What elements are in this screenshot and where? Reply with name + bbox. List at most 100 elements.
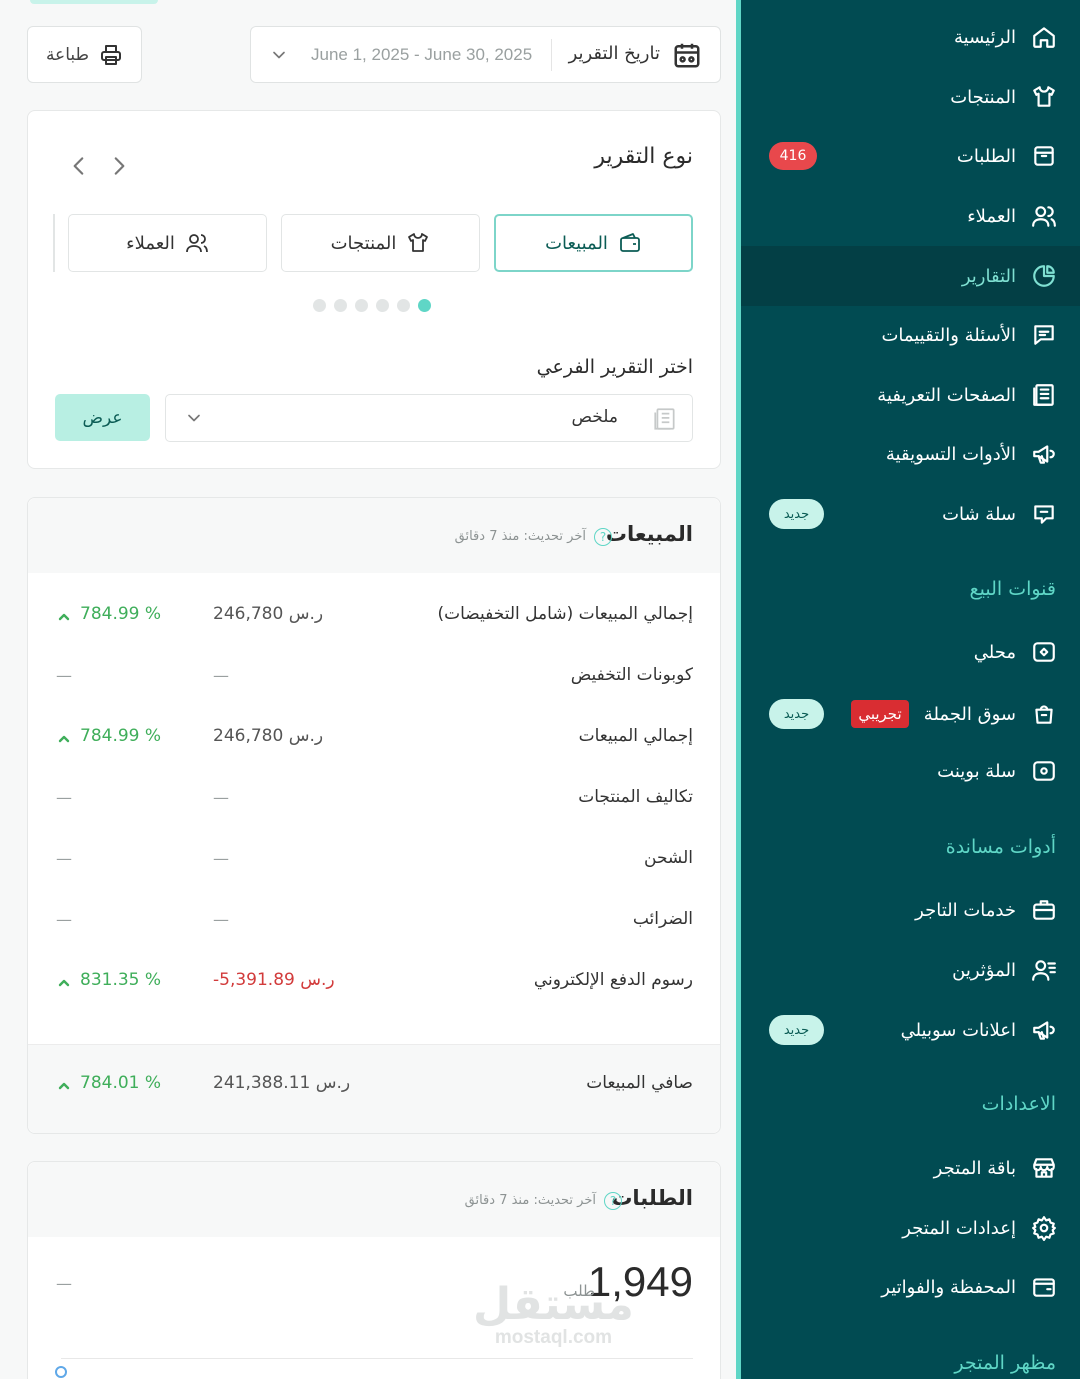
- row-label: الشحن: [644, 848, 693, 868]
- carousel-dot[interactable]: [313, 299, 326, 312]
- net-sales-row: صافي المبيعات 241,388.11 ر.س 784.01 %: [28, 1044, 720, 1133]
- section-title-store-appearance: مظهر المتجر: [954, 1352, 1056, 1374]
- tab-customers[interactable]: العملاء: [68, 214, 267, 272]
- users-icon: [185, 234, 208, 253]
- carousel-dot[interactable]: [334, 299, 347, 312]
- home-icon: [1030, 23, 1058, 51]
- tab-products[interactable]: المنتجات: [281, 214, 480, 272]
- sidebar: الرئيسية المنتجات الطلبات 416 العملاء ال…: [736, 0, 1080, 1379]
- sub-report-title: اختر التقرير الفرعي: [536, 356, 693, 378]
- chevron-down-icon: [184, 408, 204, 428]
- carousel-dot[interactable]: [355, 299, 368, 312]
- sidebar-item-merchant-services[interactable]: خدمات التاجر: [741, 880, 1080, 940]
- sidebar-item-label: إعدادات المتجر: [902, 1217, 1016, 1239]
- sidebar-item-salla-chat[interactable]: سلة شات جديد: [741, 484, 1080, 544]
- arrow-up-icon: [58, 974, 70, 987]
- row-label: كوبونات التخفيض: [570, 665, 693, 685]
- last-updated: آخر تحديث: منذ 7 دقائق: [464, 1193, 596, 1208]
- row-value: —: [213, 788, 229, 807]
- sidebar-item-store-settings[interactable]: إعدادات المتجر: [741, 1198, 1080, 1258]
- sidebar-item-wholesale[interactable]: سوق الجملة تجريبي جديد: [741, 684, 1080, 744]
- sidebar-item-label: سلة بوينت: [937, 760, 1016, 782]
- chat-bubble-icon: [1030, 500, 1058, 528]
- orders-title: الطلبات: [611, 1186, 693, 1210]
- tab-label: المبيعات: [545, 232, 608, 254]
- sidebar-item-label: محلي: [973, 641, 1016, 663]
- sidebar-item-pages[interactable]: الصفحات التعريفية: [741, 365, 1080, 425]
- tab-label: العملاء: [126, 232, 175, 254]
- help-icon[interactable]: ?: [594, 528, 612, 546]
- trial-badge: تجريبي: [851, 700, 909, 728]
- sidebar-item-influencers[interactable]: المؤثرين: [741, 940, 1080, 1000]
- sidebar-item-marketing[interactable]: الأدوات التسويقية: [741, 424, 1080, 484]
- report-type-title: نوع التقرير: [594, 144, 693, 169]
- shirt-icon: [408, 233, 429, 252]
- sidebar-item-label: اعلانات سوبيلي: [900, 1019, 1016, 1041]
- sales-title: المبيعات: [605, 522, 693, 546]
- carousel-dot[interactable]: [397, 299, 410, 312]
- print-button-label: طباعة: [45, 44, 90, 65]
- sidebar-item-label: المؤثرين: [952, 959, 1016, 981]
- row-change-value: 784.99 %: [80, 604, 162, 624]
- arrow-up-icon: [58, 608, 70, 621]
- sidebar-item-orders[interactable]: الطلبات 416: [741, 126, 1080, 186]
- section-title-settings: الاعدادات: [981, 1093, 1056, 1115]
- megaphone-icon: [1030, 1016, 1058, 1044]
- show-button[interactable]: عرض: [55, 394, 150, 441]
- sidebar-item-wallet-invoices[interactable]: المحفظة والفواتير: [741, 1257, 1080, 1317]
- orders-change: —: [56, 1274, 72, 1293]
- row-value-negative: -5,391.89 ر.س: [213, 970, 335, 990]
- last-updated: آخر تحديث: منذ 7 دقائق: [454, 529, 586, 544]
- sidebar-item-label: باقة المتجر: [933, 1157, 1016, 1179]
- sidebar-item-soopilly-ads[interactable]: اعلانات سوبيلي جديد: [741, 1000, 1080, 1060]
- row-label: تكاليف المنتجات: [578, 787, 693, 807]
- sidebar-item-products[interactable]: المنتجات: [741, 67, 1080, 127]
- new-badge: جديد: [769, 699, 824, 729]
- tab-sales[interactable]: المبيعات: [494, 214, 693, 272]
- row-change: 831.35 %: [58, 970, 161, 990]
- carousel-dot[interactable]: [376, 299, 389, 312]
- point-icon: [1030, 757, 1058, 785]
- carousel-dots: [313, 299, 431, 312]
- influencer-icon: [1030, 956, 1058, 984]
- store-icon: [1030, 1154, 1058, 1182]
- section-title-sales-channels: قنوات البيع: [969, 578, 1056, 600]
- shirt-icon: [1030, 83, 1058, 111]
- help-icon[interactable]: ?: [604, 1192, 622, 1210]
- sales-card: المبيعات ? آخر تحديث: منذ 7 دقائق إجمالي…: [27, 497, 721, 1134]
- users-icon: [1030, 202, 1058, 230]
- sidebar-item-label: خدمات التاجر: [915, 899, 1016, 921]
- date-range-value: June 1, 2025 - June 30, 2025: [311, 45, 533, 64]
- sidebar-item-store-plan[interactable]: باقة المتجر: [741, 1138, 1080, 1198]
- sidebar-item-label: العملاء: [967, 205, 1016, 227]
- date-label: تاريخ التقرير: [568, 43, 660, 64]
- row-value: —: [213, 910, 229, 929]
- row-label: الضرائب: [632, 909, 693, 929]
- sidebar-item-local[interactable]: محلي: [741, 622, 1080, 682]
- new-badge: جديد: [769, 499, 824, 529]
- net-sales-label: صافي المبيعات: [586, 1073, 693, 1093]
- bag-icon: [1030, 700, 1058, 728]
- arrow-up-icon: [58, 730, 70, 743]
- carousel-dot-active[interactable]: [418, 299, 431, 312]
- briefcase-icon: [1030, 896, 1058, 924]
- watermark-text-en: mostaql.com: [494, 1327, 613, 1348]
- sidebar-item-questions-reviews[interactable]: الأسئلة والتقييمات: [741, 305, 1080, 365]
- print-button[interactable]: طباعة: [27, 26, 142, 83]
- sidebar-item-home[interactable]: الرئيسية: [741, 7, 1080, 67]
- box-icon: [1030, 142, 1058, 170]
- sidebar-item-salla-point[interactable]: سلة بوينت: [741, 741, 1080, 801]
- sidebar-item-label: سلة شات: [942, 503, 1016, 525]
- sub-report-select[interactable]: ملخص: [165, 394, 693, 442]
- new-badge: جديد: [769, 1015, 824, 1045]
- net-sales-change-value: 784.01 %: [80, 1073, 162, 1093]
- watermark-text-ar: مستقل: [473, 1279, 634, 1330]
- sidebar-item-label: الأسئلة والتقييمات: [881, 324, 1016, 346]
- chevron-right-icon[interactable]: [106, 153, 132, 179]
- tag-icon: [1030, 638, 1058, 666]
- sidebar-item-reports[interactable]: التقارير: [741, 246, 1080, 306]
- chevron-left-icon[interactable]: [66, 153, 92, 179]
- report-date-picker[interactable]: تاريخ التقرير June 1, 2025 - June 30, 20…: [250, 26, 721, 83]
- sales-card-header: المبيعات ? آخر تحديث: منذ 7 دقائق: [28, 498, 720, 573]
- sidebar-item-customers[interactable]: العملاء: [741, 186, 1080, 246]
